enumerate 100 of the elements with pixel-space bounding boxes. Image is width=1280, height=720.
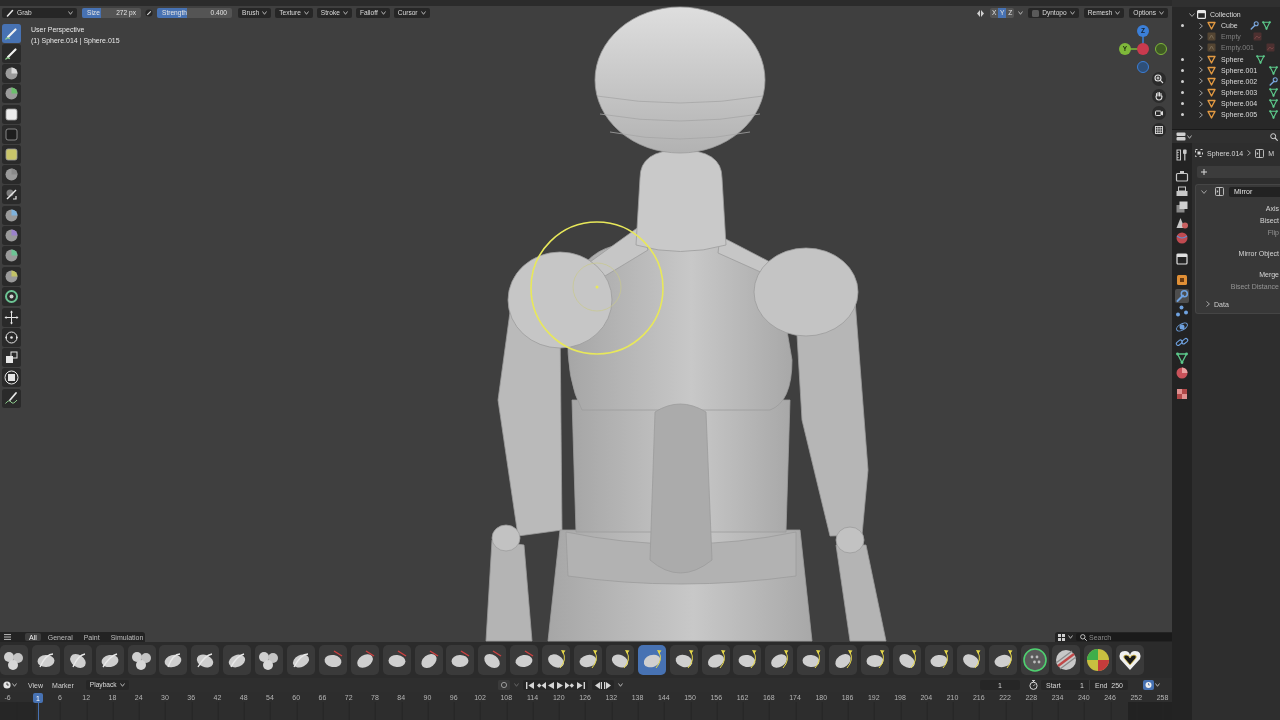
mesh-icon[interactable] (1269, 88, 1279, 98)
dyntopo-checkbox[interactable] (1032, 9, 1040, 17)
chevron-down-icon[interactable] (1189, 12, 1195, 17)
layers-icon[interactable] (1175, 200, 1189, 214)
brush-icon[interactable] (733, 645, 762, 675)
brush-icon[interactable] (924, 645, 953, 675)
brush-icon[interactable] (892, 645, 921, 675)
stopwatch-icon[interactable] (1029, 680, 1038, 690)
brush-icon[interactable] (637, 645, 666, 675)
dot-icon[interactable] (1180, 57, 1184, 61)
zoom-icon[interactable] (1152, 72, 1166, 86)
brush-icon[interactable] (1116, 645, 1145, 675)
chain-icon[interactable] (1175, 335, 1189, 349)
dot-icon[interactable] (1180, 91, 1184, 95)
sphere-icon[interactable] (1175, 366, 1189, 380)
brush-icon[interactable] (446, 645, 475, 675)
brush-icon[interactable] (669, 645, 698, 675)
brush-icon[interactable] (861, 645, 890, 675)
brush-icon[interactable] (510, 645, 539, 675)
sphere-icon[interactable] (2, 64, 21, 83)
brush-icon[interactable] (191, 645, 220, 675)
dot-icon[interactable] (1180, 68, 1184, 72)
mesh-icon[interactable] (1269, 99, 1279, 109)
next-frame-icon[interactable] (604, 681, 611, 689)
grid-view-icon[interactable] (1058, 633, 1065, 641)
sync-icon[interactable] (1143, 680, 1154, 690)
brush-icon[interactable] (797, 645, 826, 675)
cone-sphere-icon[interactable] (1175, 215, 1189, 230)
brush-icon[interactable] (0, 645, 28, 675)
mesh-icon[interactable] (1269, 110, 1279, 120)
dots-icon[interactable] (1175, 304, 1189, 318)
scale-icon[interactable] (2, 348, 21, 367)
square-icon[interactable] (1175, 273, 1189, 287)
transform-icon[interactable] (2, 368, 21, 387)
sphere-icon[interactable] (2, 246, 21, 265)
sphere-icon[interactable] (2, 206, 21, 225)
mesh-icon[interactable] (1255, 54, 1265, 64)
pen-icon[interactable] (2, 389, 21, 408)
dot-icon[interactable] (1180, 102, 1184, 106)
record-icon[interactable] (498, 680, 510, 690)
sphere-icon[interactable] (2, 84, 21, 103)
brush-icon[interactable] (382, 645, 411, 675)
dot-icon[interactable] (1180, 113, 1184, 117)
brush-icon[interactable] (31, 645, 60, 675)
play-reverse-icon[interactable] (548, 681, 554, 689)
hand-icon[interactable] (1152, 89, 1166, 103)
previous-frame-icon[interactable] (594, 681, 602, 689)
move-icon[interactable] (2, 308, 21, 327)
brush-icon[interactable] (318, 645, 347, 675)
brush-icon[interactable] (478, 645, 507, 675)
box-icon[interactable] (1175, 252, 1189, 266)
chevron-down-icon[interactable] (1201, 189, 1207, 194)
orbit-icon[interactable] (1175, 319, 1189, 334)
square-icon[interactable] (2, 105, 21, 124)
dot-icon[interactable] (1180, 79, 1184, 83)
ring-icon[interactable] (2, 287, 21, 306)
brush-icon[interactable] (542, 645, 571, 675)
editor-type-icon[interactable] (1176, 132, 1186, 141)
brush-icon[interactable] (574, 645, 603, 675)
wrench-icon[interactable] (1249, 21, 1259, 31)
brush-icon[interactable] (1084, 645, 1113, 675)
brush-icon[interactable] (350, 645, 379, 675)
sphere-icon[interactable] (2, 267, 21, 286)
next-keyframe-icon[interactable] (565, 681, 574, 689)
clock-icon[interactable] (3, 681, 11, 689)
pen-pressure-icon[interactable] (145, 9, 153, 17)
brush-icon[interactable] (1020, 645, 1049, 675)
camera-icon[interactable] (1152, 106, 1166, 120)
wrench-icon[interactable] (1175, 288, 1189, 303)
symmetry-icon[interactable] (976, 8, 986, 18)
wrench-icon[interactable] (1269, 76, 1279, 86)
jump-start-icon[interactable] (526, 681, 534, 689)
mesh-icon[interactable] (1261, 21, 1271, 31)
brush-icon[interactable] (223, 645, 252, 675)
brush-icon[interactable] (765, 645, 794, 675)
brush-icon[interactable] (956, 645, 985, 675)
printer-icon[interactable] (1175, 184, 1189, 199)
brush-icon[interactable] (605, 645, 634, 675)
brush-icon[interactable] (701, 645, 730, 675)
jump-end-icon[interactable] (576, 681, 585, 689)
brush-icon[interactable] (2, 44, 21, 63)
brush-icon[interactable] (829, 645, 858, 675)
checker-icon[interactable] (1175, 387, 1189, 401)
brush-icon[interactable] (414, 645, 443, 675)
previous-keyframe-icon[interactable] (536, 681, 546, 689)
mesh-icon[interactable] (1175, 350, 1189, 365)
square-icon[interactable] (2, 145, 21, 164)
globe-icon[interactable] (1175, 231, 1189, 245)
grid-icon[interactable] (1152, 123, 1166, 137)
brush-icon[interactable] (255, 645, 284, 675)
brush-icon[interactable] (127, 645, 156, 675)
brush-icon[interactable] (287, 645, 315, 675)
rotate-icon[interactable] (2, 328, 21, 347)
brush-icon[interactable] (159, 645, 188, 675)
brush-icon[interactable] (95, 645, 124, 675)
chevron-right-icon[interactable] (1206, 301, 1210, 307)
mesh-icon[interactable] (1269, 65, 1279, 75)
play-icon[interactable] (556, 681, 563, 689)
brush-icon[interactable] (988, 645, 1017, 675)
sphere-icon[interactable] (2, 165, 21, 184)
